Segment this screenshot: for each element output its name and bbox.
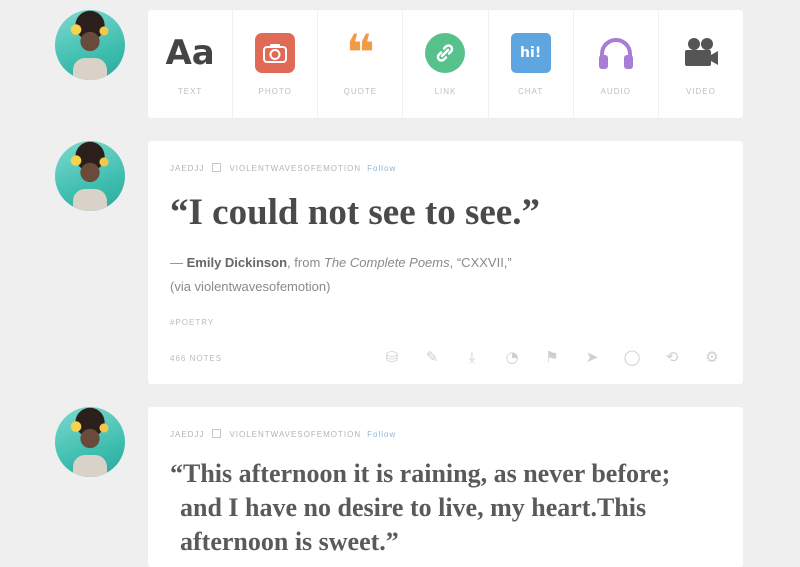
post-avatar[interactable] <box>55 141 125 211</box>
link-icon <box>425 32 466 73</box>
edit-icon[interactable]: ✎ <box>423 348 441 366</box>
composer-photo-button[interactable]: PHOTO <box>233 10 319 118</box>
source-via-link[interactable]: (via violentwavesofemotion) <box>170 279 330 294</box>
composer-text-button[interactable]: Aa TEXT <box>148 10 234 118</box>
download-icon[interactable]: ⤓ <box>463 348 481 366</box>
composer-label: VIDEO <box>685 86 716 96</box>
composer-label: LINK <box>434 86 457 96</box>
post-tag[interactable]: #POETRY <box>170 318 214 327</box>
camera-icon <box>255 32 296 73</box>
source-author: Emily Dickinson <box>186 255 288 270</box>
composer-quote-button[interactable]: ❝ QUOTE <box>318 10 404 118</box>
post-card: JAEDJJ VIOLENTWAVESOFEMOTION Follow “I cou… <box>148 141 743 384</box>
source-dash: — <box>170 255 183 270</box>
follow-link[interactable]: Follow <box>367 164 396 173</box>
headphones-icon <box>596 33 636 73</box>
reblog-icon <box>212 429 222 438</box>
composer-label: CHAT <box>518 86 544 96</box>
send-icon[interactable]: ➤ <box>583 348 601 366</box>
composer-chat-button[interactable]: hi! CHAT <box>489 10 574 118</box>
video-camera-icon <box>681 33 721 73</box>
post-actions: ⛁ ✎ ⤓ ◔ ⚑ ➤ ◯ ⟲ ⚙ <box>383 348 721 366</box>
source-from: , from <box>287 255 324 270</box>
avatar[interactable] <box>55 10 125 80</box>
reblogger-link[interactable]: JAEDJJ <box>170 430 204 439</box>
author-link[interactable]: VIOLENTWAVESOFEMOTION <box>229 430 361 439</box>
chat-icon: hi! <box>510 32 551 73</box>
author-link[interactable]: VIOLENTWAVESOFEMOTION <box>229 164 361 173</box>
share-icon[interactable]: ⛁ <box>383 348 401 366</box>
composer-label: QUOTE <box>343 86 378 96</box>
rss-icon[interactable]: ◔ <box>503 348 521 366</box>
quote-line: and I have no desire to live, my heart.T… <box>180 493 647 522</box>
post-avatar[interactable] <box>55 407 125 477</box>
composer-label: TEXT <box>177 86 203 96</box>
composer-label: PHOTO <box>258 86 292 96</box>
quote-text: “This afternoon it is raining, as never … <box>170 457 723 559</box>
quote-line: “This afternoon it is raining, as never … <box>170 459 671 488</box>
source-work: The Complete Poems <box>323 255 450 270</box>
flag-icon[interactable]: ⚑ <box>543 348 561 366</box>
post-header: JAEDJJ VIOLENTWAVESOFEMOTION Follow <box>170 163 396 173</box>
follow-link[interactable]: Follow <box>367 430 396 439</box>
quote-icon: ❝ <box>345 23 376 82</box>
post-header: JAEDJJ VIOLENTWAVESOFEMOTION Follow <box>170 429 396 439</box>
source-poem: , “CXXVII,” <box>449 255 512 270</box>
composer-link-button[interactable]: LINK <box>403 10 489 118</box>
notes-count[interactable]: 466 NOTES <box>170 354 222 363</box>
reblog-icon[interactable]: ⟲ <box>663 348 681 366</box>
reblogger-link[interactable]: JAEDJJ <box>170 164 204 173</box>
composer-label: AUDIO <box>600 86 631 96</box>
quote-line: afternoon is sweet.” <box>180 527 399 556</box>
post-card: JAEDJJ VIOLENTWAVESOFEMOTION Follow “This … <box>148 407 743 567</box>
composer-video-button[interactable]: VIDEO <box>659 10 743 118</box>
composer-audio-button[interactable]: AUDIO <box>574 10 659 118</box>
quote-source: — Emily Dickinson, from The Complete Poe… <box>170 251 512 299</box>
reblog-icon <box>212 163 222 172</box>
quote-text: “I could not see to see.” <box>170 192 540 233</box>
comment-icon[interactable]: ◯ <box>623 348 641 366</box>
text-icon: Aa <box>165 32 215 73</box>
settings-icon[interactable]: ⚙ <box>703 348 721 366</box>
post-composer: Aa TEXT PHOTO ❝ QUOTE LINK hi! CHAT AUDI… <box>148 10 743 118</box>
